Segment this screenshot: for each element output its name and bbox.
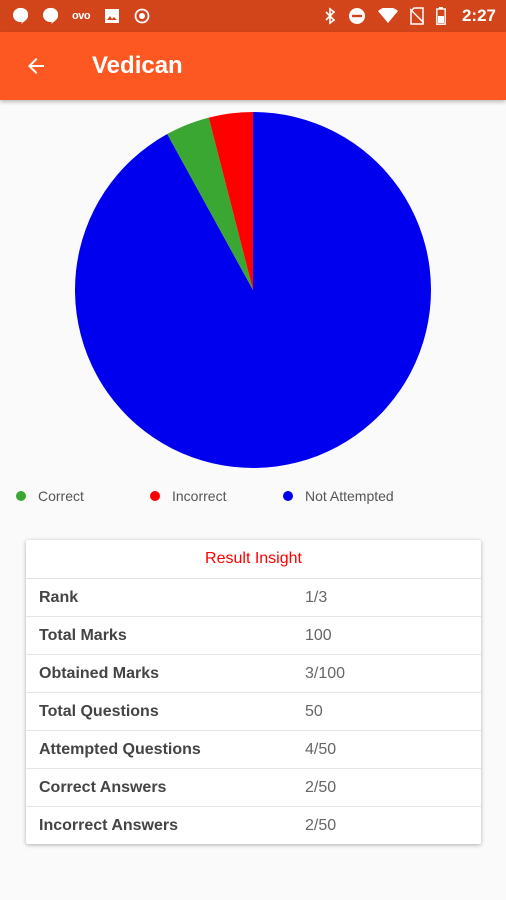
legend-label-not-attempted: Not Attempted [305,488,394,504]
result-value: 2/50 [305,817,337,834]
legend-dot-incorrect-icon [150,491,160,501]
result-value: 50 [305,703,323,720]
result-value: 2/50 [305,779,337,796]
back-button[interactable] [18,48,54,84]
result-label: Attempted Questions [39,741,201,758]
chart-legend: Correct Incorrect Not Attempted [0,488,506,510]
result-row-rank: Rank 1/3 [26,579,481,617]
legend-item-correct: Correct [16,488,84,504]
result-row-obtained-marks: Obtained Marks 3/100 [26,655,481,693]
result-row-attempted-questions: Attempted Questions 4/50 [26,731,481,769]
result-value: 3/100 [305,665,346,682]
status-left-icons: ovo [12,0,150,32]
legend-label-incorrect: Incorrect [172,488,227,504]
image-icon [105,9,120,23]
pie-chart [75,112,431,468]
wifi-icon [377,8,398,23]
legend-dot-correct-icon [16,491,26,501]
do-not-disturb-icon [348,8,365,24]
no-sim-icon [409,7,424,25]
bluetooth-icon [325,7,336,25]
result-label: Rank [39,589,79,606]
result-value: 1/3 [305,589,328,606]
battery-icon [436,7,446,25]
result-value: 100 [305,627,332,644]
result-insight-title: Result Insight [26,540,481,579]
legend-label-correct: Correct [38,488,84,504]
result-label: Obtained Marks [39,665,160,682]
result-insight-card: Result Insight Rank 1/3 Total Marks 100 … [26,540,481,844]
result-row-total-questions: Total Questions 50 [26,693,481,731]
result-label: Incorrect Answers [39,817,179,834]
result-label: Correct Answers [39,779,167,796]
result-row-correct-answers: Correct Answers 2/50 [26,769,481,807]
result-value: 4/50 [305,741,337,758]
arrow-back-icon [28,58,44,74]
legend-item-incorrect: Incorrect [150,488,226,504]
ovo-app-icon: ovo [72,10,91,22]
legend-dot-not-attempted-icon [283,491,293,501]
result-label: Total Marks [39,627,127,644]
status-time: 2:27 [461,6,496,25]
status-right-icons: 2:27 [324,0,496,32]
result-row-total-marks: Total Marks 100 [26,617,481,655]
page-title: Vedican [92,52,183,79]
result-row-incorrect-answers: Incorrect Answers 2/50 [26,807,481,844]
result-label: Total Questions [39,703,159,720]
status-bar: ovo 2:27 [0,0,506,32]
chat-bubble-icon [42,7,58,24]
app-bar: Vedican [0,32,506,100]
chat-bubble-icon [12,7,28,24]
legend-item-not-attempted: Not Attempted [283,488,394,504]
target-icon [134,8,150,24]
